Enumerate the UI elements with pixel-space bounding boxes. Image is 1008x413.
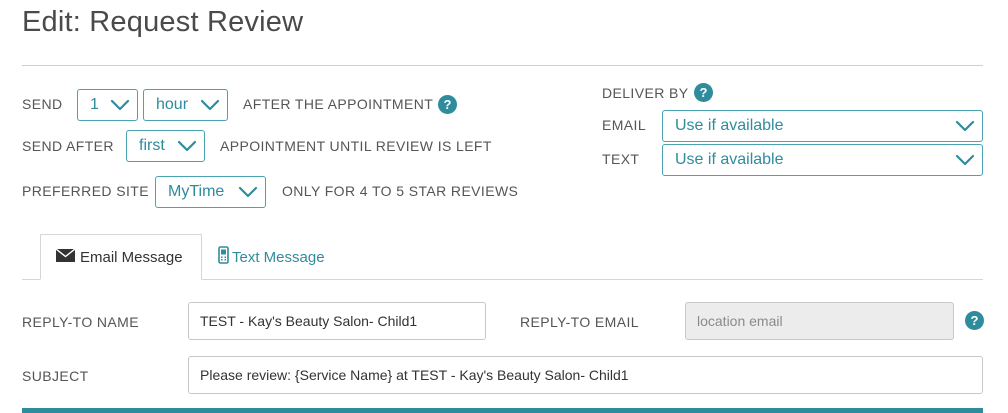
send-label: SEND: [22, 96, 63, 112]
send-unit-value: hour: [156, 96, 189, 113]
send-after-dropdown[interactable]: first: [126, 130, 205, 162]
chevron-down-icon: [176, 139, 198, 153]
tab-text-message[interactable]: Text Message: [218, 234, 338, 280]
tab-text-label: Text Message: [232, 248, 325, 266]
send-count-dropdown[interactable]: 1: [77, 89, 138, 121]
editor-top-border: [22, 408, 983, 413]
page-title: Edit: Request Review: [22, 6, 304, 38]
envelope-icon: [55, 247, 76, 266]
email-label: EMAIL: [602, 117, 647, 133]
text-label: TEXT: [602, 151, 640, 167]
until-review-label: APPOINTMENT UNTIL REVIEW IS LEFT: [220, 138, 492, 154]
reply-to-email-input: location email: [685, 302, 954, 340]
after-appointment-label: AFTER THE APPOINTMENT: [243, 96, 434, 112]
tab-email-label: Email Message: [80, 248, 183, 266]
subject-input[interactable]: Please review: {Service Name} at TEST - …: [188, 356, 983, 394]
send-count-value: 1: [90, 96, 99, 113]
help-icon[interactable]: ?: [694, 83, 713, 102]
preferred-site-value: MyTime: [168, 183, 225, 200]
text-delivery-value: Use if available: [675, 151, 784, 168]
help-icon[interactable]: ?: [438, 95, 457, 114]
reply-to-name-input[interactable]: TEST - Kay's Beauty Salon- Child1: [188, 302, 486, 340]
send-after-label: SEND AFTER: [22, 138, 114, 154]
phone-icon: [218, 246, 229, 268]
subject-label: SUBJECT: [22, 368, 89, 384]
chevron-down-icon: [954, 119, 976, 133]
reply-to-email-label: REPLY-TO EMAIL: [520, 314, 639, 330]
star-reviews-label: ONLY FOR 4 TO 5 STAR REVIEWS: [282, 183, 519, 199]
tab-email-message[interactable]: Email Message: [40, 234, 202, 280]
chevron-down-icon: [109, 98, 131, 112]
email-delivery-dropdown[interactable]: Use if available: [662, 110, 983, 142]
send-after-value: first: [139, 137, 165, 154]
email-delivery-value: Use if available: [675, 117, 784, 134]
help-icon[interactable]: ?: [965, 311, 984, 330]
send-unit-dropdown[interactable]: hour: [143, 89, 228, 121]
preferred-site-label: PREFERRED SITE: [22, 183, 149, 199]
chevron-down-icon: [237, 185, 259, 199]
title-divider: [22, 65, 983, 66]
chevron-down-icon: [199, 98, 221, 112]
text-delivery-dropdown[interactable]: Use if available: [662, 144, 983, 176]
chevron-down-icon: [954, 153, 976, 167]
preferred-site-dropdown[interactable]: MyTime: [155, 176, 266, 208]
reply-to-name-label: REPLY-TO NAME: [22, 314, 139, 330]
deliver-by-heading: DELIVER BY: [602, 85, 689, 101]
